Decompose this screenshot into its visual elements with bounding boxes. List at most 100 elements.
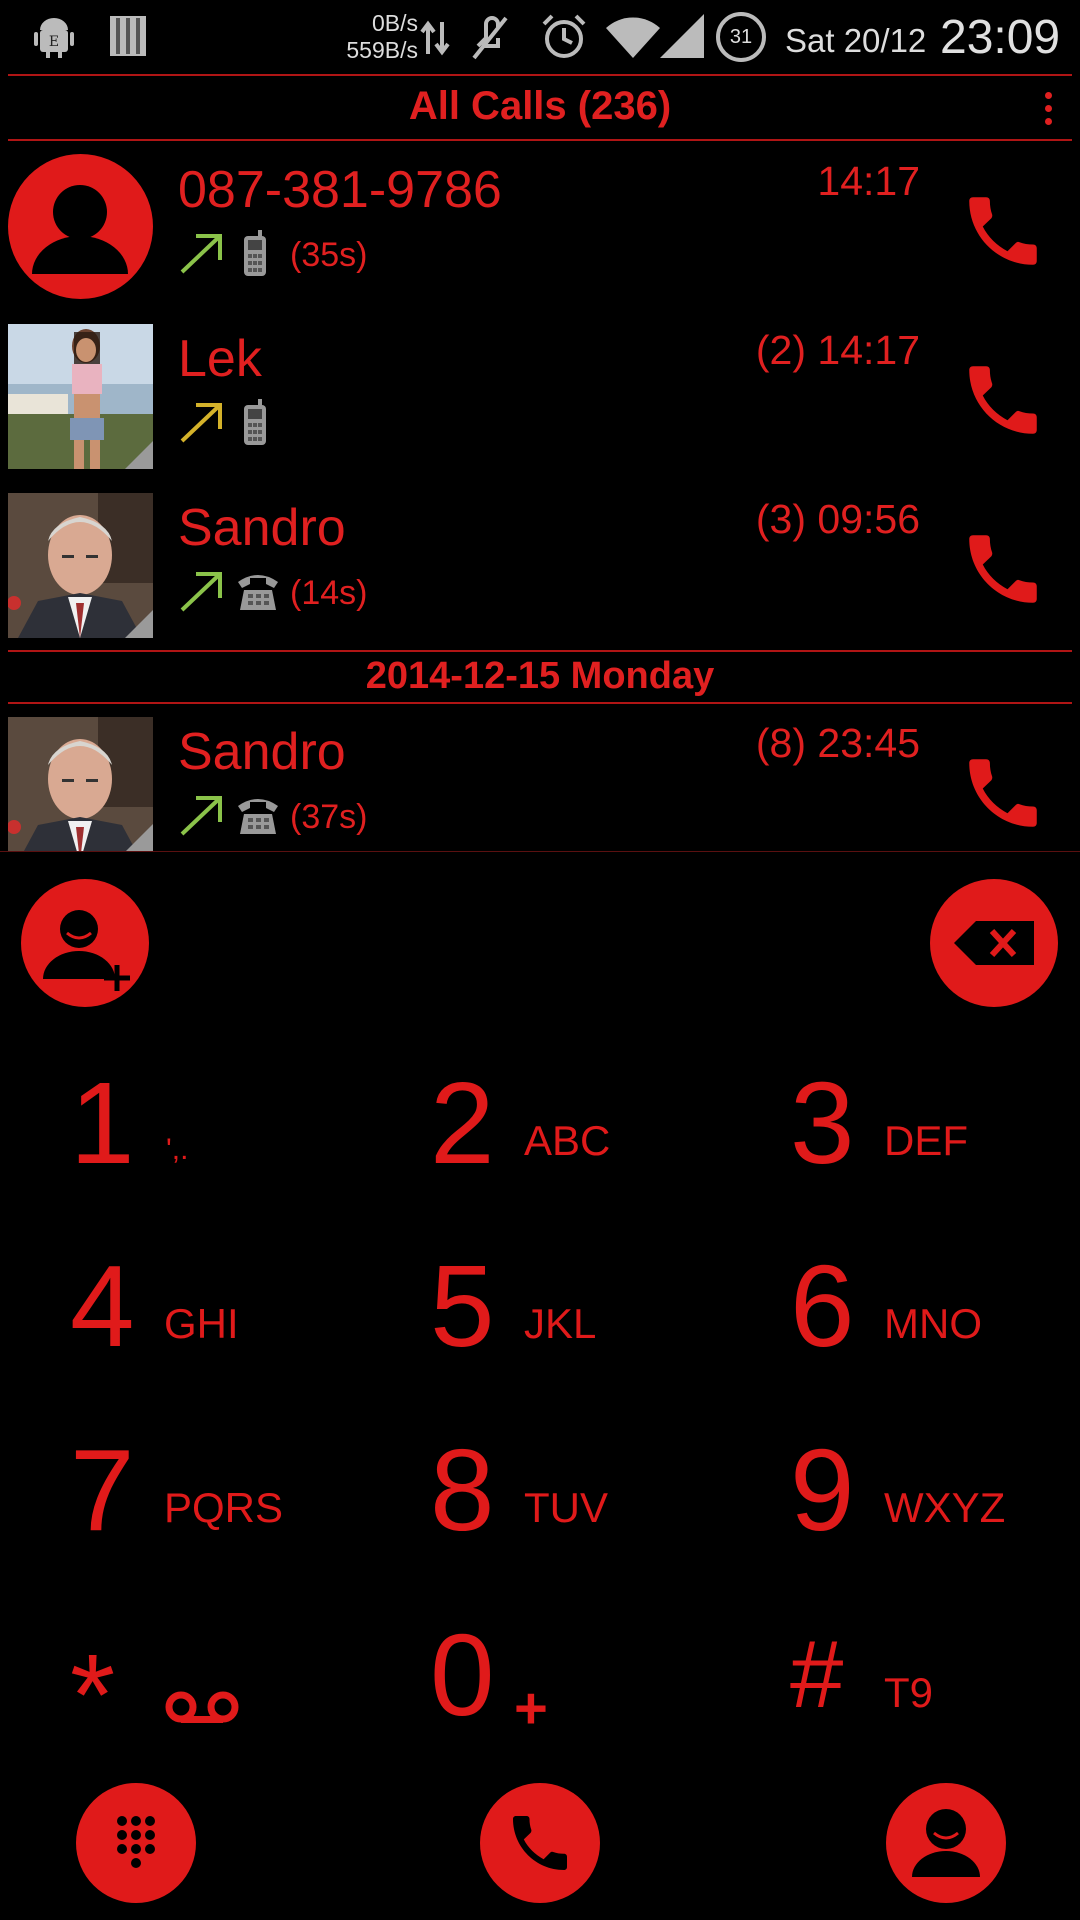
divider [8, 650, 1072, 652]
dialpad-key-1[interactable]: 1 ',. [70, 1063, 370, 1203]
key-digit: 2 [430, 1058, 495, 1188]
mobile-phone-icon [244, 399, 266, 445]
dialpad-key-5[interactable]: 5 JKL [430, 1246, 730, 1386]
key-letters: ',. [166, 1133, 189, 1166]
add-contact-icon [43, 910, 130, 991]
call-log-row[interactable]: Sandro (8) 23:45 (37s) [0, 710, 1080, 852]
contacts-button[interactable] [886, 1783, 1006, 1903]
battery-indicator: 31 [716, 12, 766, 62]
dial-call-button[interactable] [480, 1783, 600, 1903]
dialpad-key-0[interactable]: 0 + [430, 1615, 730, 1755]
key-letters: + [514, 1676, 548, 1741]
key-digit: 9 [790, 1425, 855, 1555]
key-letters: TUV [524, 1484, 608, 1531]
voicemail-icon [165, 1691, 239, 1723]
date-separator: 2014-12-15 Monday [365, 655, 715, 697]
dialpad-toggle-button[interactable] [76, 1783, 196, 1903]
key-digit: 4 [70, 1241, 135, 1371]
quick-contact-corner [125, 824, 153, 852]
key-letters: MNO [884, 1300, 982, 1347]
landline-phone-icon [238, 799, 278, 834]
call-duration: (37s) [290, 798, 368, 836]
key-letters: JKL [524, 1300, 597, 1347]
key-letters: PQRS [164, 1484, 284, 1531]
status-bar: E 0B/s 559B/s 31 Sat 20/12 23:09 [0, 0, 1080, 76]
dialpad-key-star[interactable]: * [70, 1615, 370, 1755]
avatar[interactable] [8, 493, 153, 638]
key-digit: 6 [790, 1241, 855, 1371]
backspace-button[interactable] [930, 879, 1058, 1007]
dialpad-key-3[interactable]: 3 DEF [790, 1063, 1080, 1203]
phone-icon [513, 1816, 567, 1870]
call-log-row[interactable]: 087-381-9786 14:17 (35s) [0, 148, 1080, 308]
outgoing-call-icon [180, 796, 222, 836]
contact-name: Lek [178, 330, 262, 388]
key-letters: ABC [524, 1117, 611, 1164]
key-digit: 3 [790, 1058, 855, 1188]
android-debug-icon: E [34, 18, 74, 58]
network-speed: 0B/s 559B/s [318, 10, 418, 64]
dialpad-key-7[interactable]: 7 PQRS [70, 1430, 370, 1570]
avatar[interactable] [8, 154, 153, 299]
call-button[interactable] [958, 355, 1048, 445]
dialpad-key-6[interactable]: 6 MNO [790, 1246, 1080, 1386]
backspace-icon [954, 921, 1034, 965]
contact-name: 087-381-9786 [178, 161, 502, 219]
contact-name: Sandro [178, 499, 346, 557]
wifi-icon [606, 17, 660, 58]
quick-contact-corner [125, 441, 153, 469]
call-button[interactable] [958, 524, 1048, 614]
call-log-row[interactable]: Lek (2) 14:17 [0, 317, 1080, 477]
svg-text:E: E [49, 34, 59, 50]
mute-icon [472, 16, 508, 60]
mobile-phone-icon [244, 230, 266, 276]
call-duration: (14s) [290, 574, 368, 612]
call-log-row[interactable]: Sandro (3) 09:56 (14s) [0, 486, 1080, 646]
divider [0, 851, 1080, 852]
key-letters: T9 [884, 1669, 934, 1716]
call-button[interactable] [958, 186, 1048, 276]
dialpad-key-8[interactable]: 8 TUV [430, 1430, 730, 1570]
data-transfer-icon [420, 20, 450, 56]
avatar[interactable] [8, 324, 153, 469]
key-digit: # [790, 1621, 844, 1728]
dialpad-key-2[interactable]: 2 ABC [430, 1063, 730, 1203]
key-digit: 0 [430, 1610, 495, 1740]
add-contact-button[interactable] [21, 879, 149, 1007]
speed-down: 0B/s [371, 10, 418, 36]
key-digit: 1 [70, 1058, 135, 1188]
avatar[interactable] [8, 717, 153, 852]
divider [8, 139, 1072, 141]
speed-up: 559B/s [346, 37, 418, 63]
divider [8, 74, 1072, 76]
quick-contact-corner [125, 271, 153, 299]
status-date: Sat 20/12 [785, 22, 927, 59]
overflow-menu-icon[interactable] [1040, 92, 1056, 128]
key-digit: 5 [430, 1241, 495, 1371]
dialpad-key-9[interactable]: 9 WXYZ [790, 1430, 1080, 1570]
page-title[interactable]: All Calls (236) [0, 84, 1080, 129]
call-duration: (35s) [290, 236, 368, 274]
outgoing-call-icon [180, 234, 222, 274]
key-digit: 8 [430, 1425, 495, 1555]
status-time: 23:09 [940, 11, 1061, 64]
key-letters: GHI [164, 1300, 239, 1347]
dialpad-key-4[interactable]: 4 GHI [70, 1246, 370, 1386]
call-button[interactable] [958, 748, 1048, 838]
key-letters: WXYZ [884, 1484, 1006, 1531]
dialpad-icon [117, 1816, 155, 1868]
call-time: (3) 09:56 [755, 496, 920, 542]
contacts-icon [912, 1809, 980, 1877]
outgoing-call-icon [180, 572, 222, 612]
outgoing-call-icon [180, 403, 222, 443]
quick-contact-corner [125, 610, 153, 638]
contact-name: Sandro [178, 723, 346, 781]
landline-phone-icon [238, 575, 278, 610]
sd-card-icon [110, 16, 146, 56]
key-digit: 7 [70, 1425, 135, 1555]
call-time: 14:17 [817, 158, 920, 204]
divider [8, 702, 1072, 704]
call-time: (8) 23:45 [755, 720, 920, 766]
signal-icon [660, 14, 704, 58]
dialpad-key-hash[interactable]: # T9 [790, 1615, 1080, 1755]
